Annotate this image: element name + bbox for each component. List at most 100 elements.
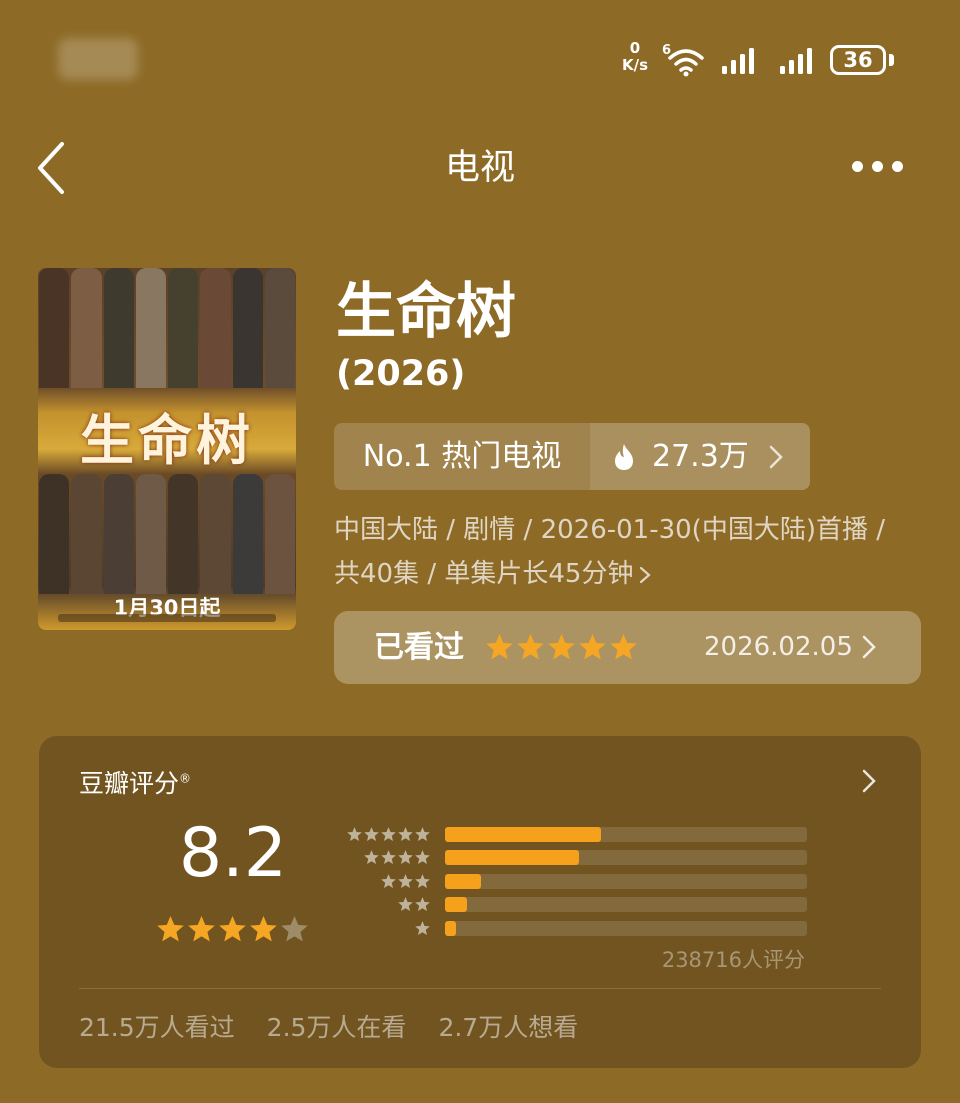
douban-rating-card[interactable]: 豆瓣评分® 8.2 238716人评分 21.5万人看过 2.5万人在看 2.7… <box>39 736 921 1068</box>
rating-bar-track <box>445 827 807 842</box>
rating-distribution <box>341 824 811 941</box>
watched-count[interactable]: 21.5万人看过 <box>79 1008 235 1044</box>
my-rating-stars <box>484 632 639 663</box>
poster-strip <box>200 474 231 594</box>
battery-tip <box>889 54 894 66</box>
rating-bar-row-5 <box>341 824 811 847</box>
chevron-right-icon <box>769 445 783 469</box>
wish-count[interactable]: 2.7万人想看 <box>438 1008 578 1044</box>
watch-stats: 21.5万人看过 2.5万人在看 2.7万人想看 <box>79 1008 578 1044</box>
watched-date: 2026.02.05 <box>704 632 853 662</box>
card-divider <box>79 988 881 989</box>
registered-mark: ® <box>179 771 192 786</box>
star-icon <box>281 915 308 942</box>
back-button[interactable] <box>34 140 74 196</box>
poster-strip <box>103 268 134 388</box>
rank-label[interactable]: No.1 热门电视 <box>334 423 590 490</box>
signal-icon <box>720 44 762 76</box>
poster-strip <box>232 474 263 594</box>
rating-bar-stars <box>346 826 431 843</box>
page-title: 电视 <box>444 148 515 188</box>
rating-bar-row-4 <box>341 847 811 870</box>
rating-stars <box>155 914 310 945</box>
rating-bar-track <box>445 873 807 889</box>
star-icon <box>548 633 575 660</box>
rating-bar-stars <box>363 849 431 866</box>
rating-bar-stars <box>414 920 431 937</box>
more-dots-icon <box>852 161 863 172</box>
chevron-right-icon <box>862 635 876 659</box>
rating-bar-track <box>445 850 807 866</box>
chevron-right-icon <box>640 566 652 583</box>
rating-bar-track <box>445 897 807 913</box>
show-title: 生命树 <box>336 277 516 347</box>
more-dot <box>892 161 903 172</box>
heat-value: 27.3万 <box>652 439 749 474</box>
rating-bar-fill <box>445 873 482 889</box>
star-icon <box>157 915 184 942</box>
star-icon <box>415 873 430 888</box>
star-icon <box>364 850 379 865</box>
signal-icon <box>778 44 820 76</box>
poster-logo: 生命树 <box>80 408 254 472</box>
star-icon <box>381 873 396 888</box>
star-icon <box>364 827 379 842</box>
more-dot <box>872 161 883 172</box>
star-icon <box>398 850 413 865</box>
star-icon <box>415 827 430 842</box>
watching-count[interactable]: 2.5万人在看 <box>267 1008 407 1044</box>
poster-strip <box>39 474 70 594</box>
star-icon <box>347 827 362 842</box>
network-speed: 0 K/s <box>621 39 649 74</box>
rating-card-title: 豆瓣评分® <box>79 764 191 800</box>
meta-line-1: 中国大陆 / 剧情 / 2026-01-30(中国大陆)首播 / <box>334 515 885 545</box>
star-icon <box>579 633 606 660</box>
poster-strip <box>71 474 102 594</box>
star-icon <box>486 633 513 660</box>
chevron-left-icon <box>38 142 64 194</box>
poster-footer <box>58 614 276 622</box>
poster-strip <box>103 474 134 594</box>
poster-strip <box>168 474 199 594</box>
heat-badge[interactable]: 27.3万 <box>590 423 810 490</box>
battery-icon: 36 <box>830 45 886 75</box>
poster-image[interactable]: 生命树 1月30日起 <box>38 268 296 630</box>
star-icon <box>188 915 215 942</box>
my-rating-button[interactable]: 已看过 2026.02.05 <box>334 611 921 684</box>
show-meta[interactable]: 中国大陆 / 剧情 / 2026-01-30(中国大陆)首播 / 共40集 / … <box>334 508 934 596</box>
meta-line-2: 共40集 / 单集片长45分钟 <box>334 552 934 596</box>
rating-bar-track <box>445 920 807 936</box>
fire-icon <box>615 444 633 470</box>
status-time <box>58 38 138 80</box>
poster-cast-top <box>38 268 296 388</box>
star-icon <box>381 827 396 842</box>
star-icon <box>398 827 413 842</box>
rating-bar-stars <box>397 896 431 913</box>
chevron-right-icon[interactable] <box>861 768 877 794</box>
meta-line-2-text: 共40集 / 单集片长45分钟 <box>334 559 634 589</box>
network-type-label: 6 <box>662 43 671 58</box>
rating-bar-row-3 <box>341 871 811 894</box>
star-icon <box>415 897 430 912</box>
rating-bar-row-1 <box>341 918 811 941</box>
poster-strip <box>135 268 166 388</box>
rating-score: 8.2 <box>178 814 288 893</box>
show-year: (2026) <box>336 354 466 394</box>
star-icon <box>219 915 246 942</box>
star-icon <box>610 633 637 660</box>
poster-strip <box>264 474 295 594</box>
rating-bar-fill <box>445 897 467 913</box>
star-icon <box>398 873 413 888</box>
star-icon <box>415 850 430 865</box>
poster-strip <box>232 268 263 388</box>
battery-level: 36 <box>843 48 873 72</box>
watched-label: 已看过 <box>374 630 464 665</box>
more-button[interactable] <box>848 156 908 178</box>
star-icon <box>250 915 277 942</box>
poster-strip <box>264 268 295 388</box>
rating-bar-stars <box>380 873 431 890</box>
poster-strip <box>71 268 102 388</box>
rank-badge[interactable]: No.1 热门电视 27.3万 <box>334 423 810 490</box>
rating-count: 238716人评分 <box>661 948 805 972</box>
rating-bar-fill <box>445 920 456 936</box>
